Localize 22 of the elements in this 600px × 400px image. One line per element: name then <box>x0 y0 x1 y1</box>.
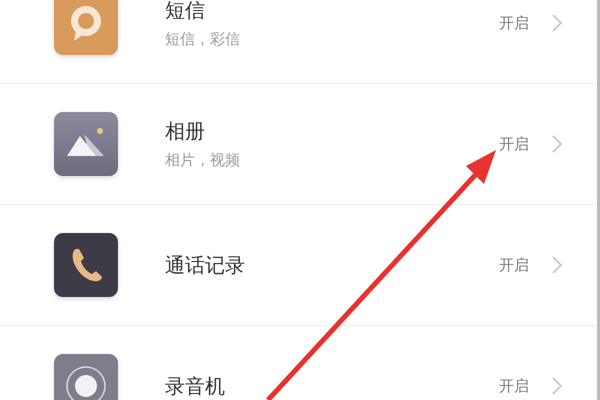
chevron-right-icon <box>551 134 563 154</box>
permission-status: 开启 <box>499 256 529 274</box>
app-permission-row[interactable]: 通话记录 开启 <box>0 205 597 326</box>
app-permission-row[interactable]: 短信 短信，彩信 开启 <box>0 0 597 84</box>
app-description: 相片，视频 <box>165 151 241 170</box>
app-permission-row[interactable]: 相册 相片，视频 开启 <box>0 84 597 205</box>
app-name: 相册 <box>165 118 206 145</box>
chevron-right-icon <box>551 255 563 275</box>
app-name: 录音机 <box>165 372 226 400</box>
chevron-right-icon <box>551 376 563 396</box>
permission-status: 开启 <box>499 376 529 396</box>
phone-icon <box>54 233 118 297</box>
app-description: 短信，彩信 <box>165 30 241 49</box>
permission-status: 开启 <box>499 134 529 154</box>
record-button-icon <box>54 354 118 400</box>
app-permission-row[interactable]: 录音机 开启 <box>0 326 597 400</box>
app-name: 短信 <box>165 0 206 24</box>
chat-bubble-icon <box>54 0 118 55</box>
mountain-picture-icon <box>54 112 118 176</box>
permission-status: 开启 <box>499 14 529 32</box>
chevron-right-icon <box>551 13 563 33</box>
app-name: 通话记录 <box>165 252 246 278</box>
